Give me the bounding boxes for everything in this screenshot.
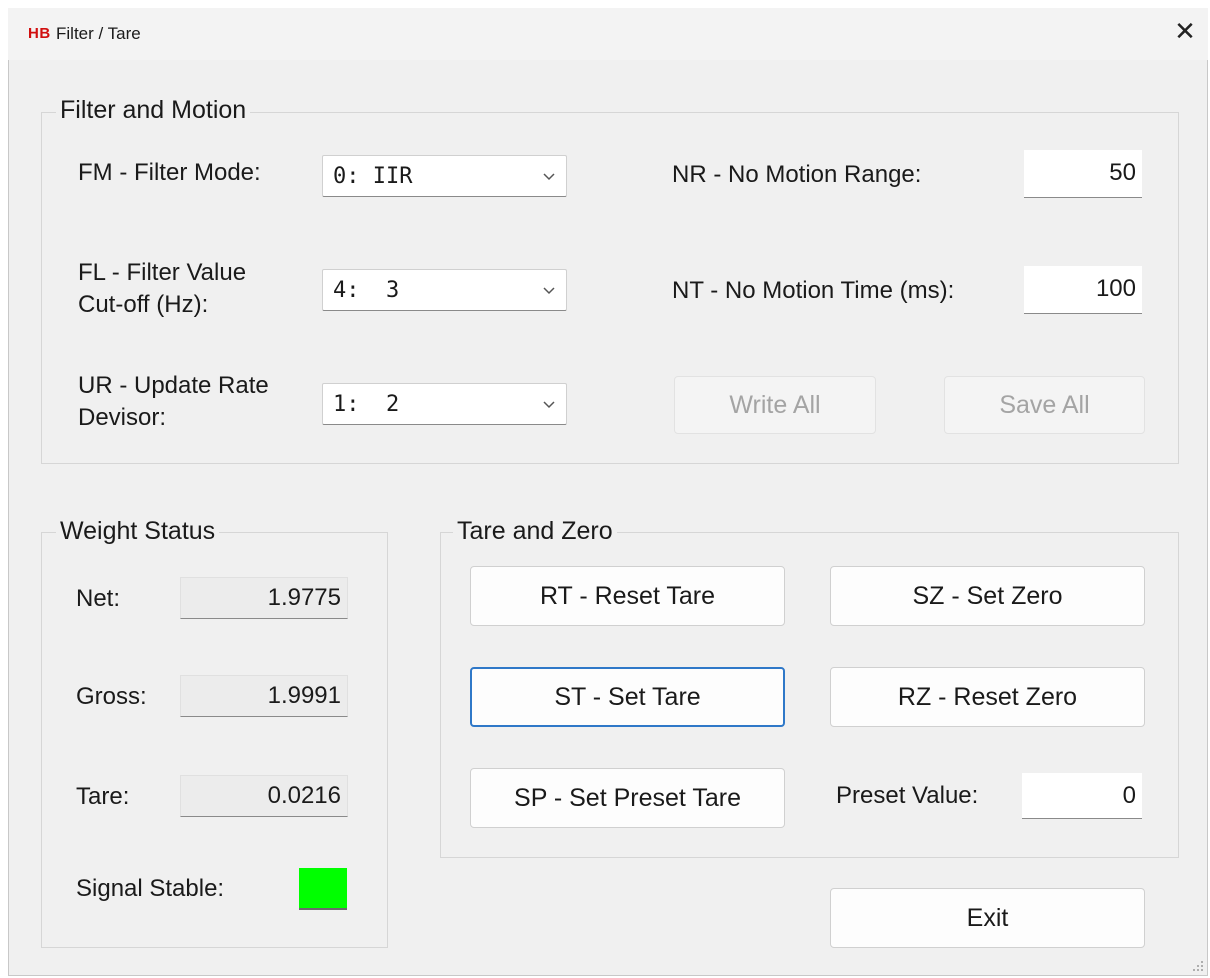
no-motion-range-input[interactable]: 50 [1024, 150, 1142, 198]
update-rate-label-line1: UR - Update Rate [78, 372, 269, 399]
set-tare-button[interactable]: ST - Set Tare [470, 667, 785, 727]
set-zero-button[interactable]: SZ - Set Zero [830, 566, 1145, 626]
net-value: 1.9775 [180, 577, 348, 619]
filter-value-value: 4: 3 [333, 278, 400, 303]
filter-value-combobox[interactable]: 4: 3 [322, 269, 567, 311]
chevron-down-icon [543, 287, 555, 295]
filter-motion-group-title: Filter and Motion [56, 95, 251, 125]
gross-value: 1.9991 [180, 675, 348, 717]
set-preset-tare-button[interactable]: SP - Set Preset Tare [470, 768, 785, 828]
signal-stable-indicator [299, 868, 347, 910]
window-title: Filter / Tare [56, 24, 141, 43]
tare-zero-group-title: Tare and Zero [453, 516, 617, 546]
chevron-down-icon [543, 173, 555, 181]
no-motion-range-label: NR - No Motion Range: [672, 161, 922, 188]
save-all-button[interactable]: Save All [944, 376, 1145, 434]
update-rate-label-line2: Devisor: [78, 404, 167, 431]
tare-label: Tare: [76, 783, 130, 810]
filter-mode-value: 0: IIR [333, 164, 413, 189]
close-icon[interactable]: ✕ [1168, 14, 1202, 48]
filter-value-label-line2: Cut-off (Hz): [78, 291, 209, 318]
no-motion-time-label: NT - No Motion Time (ms): [672, 277, 955, 304]
app-logo-icon: HB [28, 25, 51, 42]
chevron-down-icon [543, 401, 555, 409]
filter-mode-label: FM - Filter Mode: [78, 159, 261, 186]
write-all-button[interactable]: Write All [674, 376, 876, 434]
no-motion-time-input[interactable]: 100 [1024, 266, 1142, 314]
net-label: Net: [76, 585, 121, 612]
gross-label: Gross: [76, 683, 147, 710]
update-rate-value: 1: 2 [333, 392, 400, 417]
update-rate-combobox[interactable]: 1: 2 [322, 383, 567, 425]
reset-tare-button[interactable]: RT - Reset Tare [470, 566, 785, 626]
resize-grip-icon[interactable] [1190, 958, 1204, 972]
filter-mode-combobox[interactable]: 0: IIR [322, 155, 567, 197]
exit-button[interactable]: Exit [830, 888, 1145, 948]
title-bar[interactable] [8, 8, 1208, 60]
preset-value-input[interactable]: 0 [1022, 773, 1142, 819]
weight-status-group-title: Weight Status [56, 516, 220, 546]
reset-zero-button[interactable]: RZ - Reset Zero [830, 667, 1145, 727]
tare-value: 0.0216 [180, 775, 348, 817]
signal-stable-label: Signal Stable: [76, 875, 225, 902]
filter-value-label-line1: FL - Filter Value [78, 259, 247, 286]
preset-value-label: Preset Value: [836, 782, 979, 809]
